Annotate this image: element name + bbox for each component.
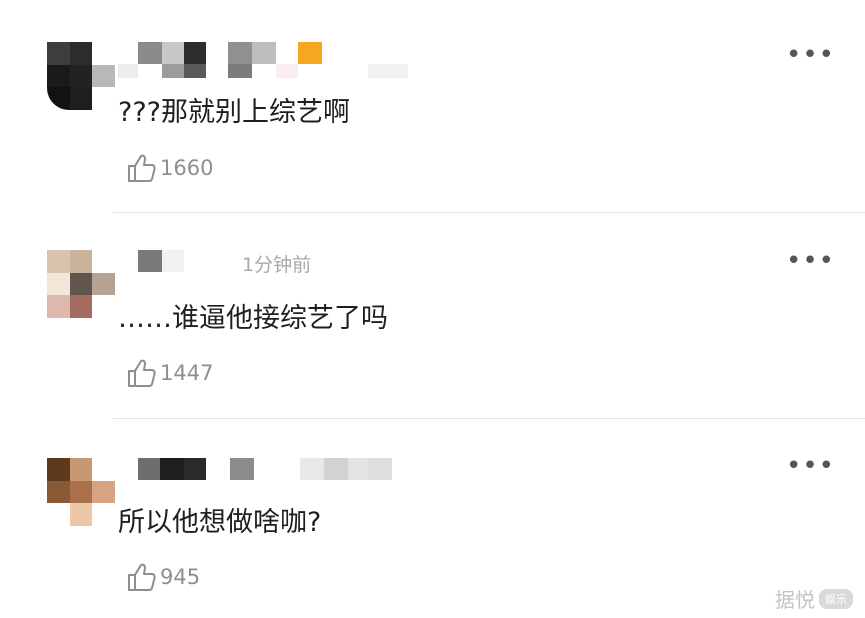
avatar[interactable]	[47, 42, 115, 110]
thumbs-up-icon	[128, 154, 156, 182]
avatar[interactable]	[47, 250, 115, 318]
divider	[113, 212, 865, 213]
like-button[interactable]: 1447	[126, 356, 213, 390]
timestamp: 1分钟前	[242, 254, 312, 276]
like-button[interactable]: 945	[126, 560, 200, 594]
comment-text: ……谁逼他接综艺了吗	[118, 303, 388, 334]
comment-text: ???那就别上综艺啊	[118, 97, 350, 128]
thumbs-up-icon	[128, 359, 156, 387]
more-options-icon[interactable]: •••	[786, 42, 835, 68]
like-button[interactable]: 1660	[126, 151, 213, 185]
watermark-logo: 据悦 娱乐	[775, 584, 853, 613]
comment-text: 所以他想做啥咖?	[118, 507, 322, 538]
avatar[interactable]	[47, 458, 115, 526]
thumbs-up-icon	[128, 563, 156, 591]
like-count: 1660	[160, 156, 214, 180]
like-count: 945	[160, 565, 201, 589]
like-count: 1447	[160, 361, 214, 385]
more-options-icon[interactable]: •••	[786, 248, 835, 274]
divider	[113, 418, 865, 419]
watermark-badge: 娱乐	[819, 588, 853, 609]
watermark-text: 据悦	[775, 588, 815, 612]
more-options-icon[interactable]: •••	[786, 453, 835, 479]
